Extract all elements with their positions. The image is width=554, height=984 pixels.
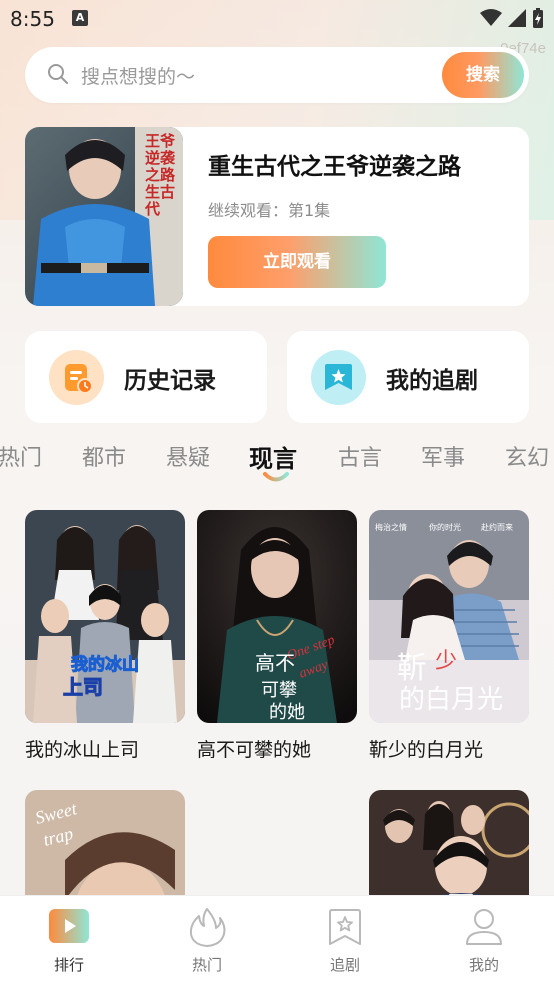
- drama-poster[interactable]: One step away 高不 可攀 的她: [197, 510, 357, 723]
- follow-icon-circle: [311, 350, 366, 405]
- nav-mine[interactable]: 我的: [434, 896, 534, 984]
- svg-text:的她: 的她: [269, 702, 305, 723]
- drama-title: 我的冰山上司: [25, 739, 140, 761]
- flame-icon: [189, 908, 226, 947]
- bottom-navigation: 排行 热门 追剧 我的: [0, 895, 554, 984]
- signal-icon: [508, 9, 526, 27]
- svg-text:高不: 高不: [255, 651, 295, 675]
- nav-ranking-label: 排行: [53, 956, 84, 974]
- svg-text:上司: 上司: [63, 675, 103, 699]
- drama-title: 靳少的白月光: [369, 739, 484, 761]
- continue-watching-progress: 继续观看：第1集: [208, 201, 331, 220]
- tab-hot[interactable]: 热门: [0, 440, 42, 472]
- svg-text:可攀: 可攀: [261, 680, 297, 701]
- battery-icon: [533, 8, 543, 28]
- tab-suspense[interactable]: 悬疑: [166, 440, 210, 472]
- drama-poster[interactable]: 梅治之情 你的时光 赴约而来 靳 少 的白月光: [369, 510, 529, 723]
- tab-fantasy[interactable]: 玄幻: [505, 440, 549, 472]
- status-bar: 8:55 A: [0, 0, 554, 38]
- svg-text:少: 少: [435, 649, 457, 674]
- drama-title: 高不可攀的她: [197, 739, 312, 761]
- nav-follow[interactable]: 追剧: [295, 896, 395, 984]
- nav-hot-label: 热门: [191, 956, 222, 974]
- bookmark-star-icon: [329, 909, 361, 945]
- continue-watching-poster[interactable]: 王爷逆袭之路 生古代: [25, 127, 183, 306]
- nav-mine-label: 我的: [468, 956, 499, 974]
- svg-text:靳: 靳: [397, 651, 427, 686]
- my-follow-card[interactable]: 我的追剧: [287, 331, 529, 423]
- svg-text:赴约而来: 赴约而来: [481, 522, 513, 532]
- tab-ancient-romance[interactable]: 古言: [338, 440, 382, 472]
- status-icons: [480, 8, 544, 28]
- tab-military[interactable]: 军事: [421, 440, 465, 472]
- svg-text:的白月光: 的白月光: [399, 685, 503, 715]
- watch-now-button[interactable]: 立即观看: [208, 236, 386, 288]
- search-bar[interactable]: 搜点想搜的～ 搜索: [25, 47, 529, 103]
- my-follow-label: 我的追剧: [386, 368, 478, 394]
- svg-text:你的时光: 你的时光: [429, 522, 461, 532]
- history-card[interactable]: 历史记录: [25, 331, 267, 423]
- notification-icon: A: [72, 10, 88, 26]
- bookmark-star-icon: [325, 364, 352, 390]
- history-label: 历史记录: [124, 368, 216, 394]
- tab-modern-romance[interactable]: 现言: [249, 439, 297, 474]
- continue-watching-card[interactable]: 王爷逆袭之路 生古代 重生古代之王爷逆袭之路 继续观看：第1集 立即观看: [25, 127, 529, 306]
- nav-ranking[interactable]: 排行: [19, 896, 119, 984]
- tab-urban[interactable]: 都市: [82, 440, 126, 472]
- wifi-icon: [480, 9, 502, 26]
- poster-overlay-text: 王爷逆袭之路 生古代: [145, 132, 176, 218]
- continue-watching-title: 重生古代之王爷逆袭之路: [208, 154, 461, 180]
- search-button[interactable]: 搜索: [442, 52, 524, 98]
- search-icon: [48, 64, 68, 84]
- svg-text:我的冰山: 我的冰山: [71, 654, 139, 675]
- status-time: 8:55: [10, 7, 55, 31]
- active-tab-indicator: [263, 472, 289, 482]
- search-input[interactable]: 搜点想搜的～: [81, 62, 195, 89]
- drama-poster[interactable]: 我的冰山 上司: [25, 510, 185, 723]
- svg-text:梅治之情: 梅治之情: [375, 522, 407, 532]
- play-ranking-icon: [49, 909, 89, 943]
- history-icon-circle: [49, 350, 104, 405]
- nav-hot[interactable]: 热门: [157, 896, 257, 984]
- user-icon: [466, 909, 502, 945]
- history-record-icon: [65, 364, 93, 394]
- nav-follow-label: 追剧: [329, 956, 360, 974]
- category-tabs: 热门 都市 悬疑 现言 古言 军事 玄幻: [0, 439, 554, 482]
